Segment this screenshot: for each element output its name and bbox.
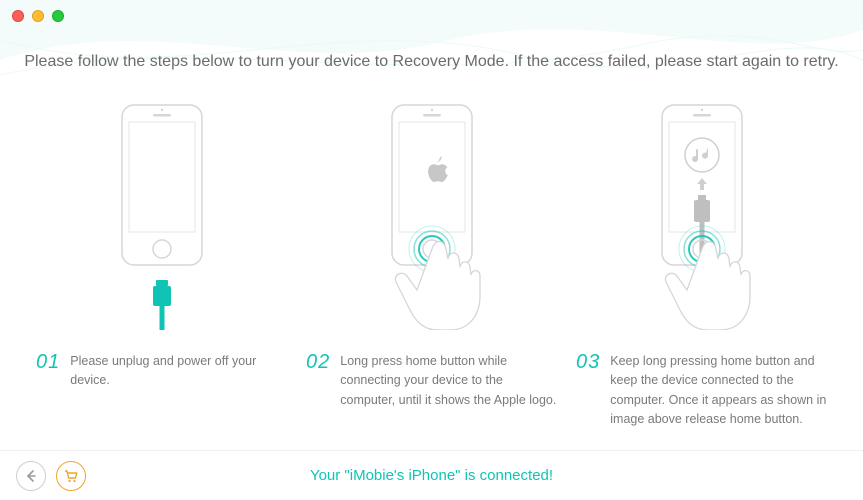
- step-2: 02 Long press home button while connecti…: [300, 95, 563, 430]
- step-description: Please unplug and power off your device.: [70, 352, 287, 391]
- step-number: 03: [576, 352, 600, 430]
- step-description: Long press home button while connecting …: [340, 352, 557, 410]
- step-2-illustration: [300, 95, 563, 330]
- step-1: 01 Please unplug and power off your devi…: [30, 95, 293, 430]
- footer-bar: Your "iMobie's iPhone" is connected!: [0, 450, 863, 500]
- step-3-illustration: [570, 95, 833, 330]
- window-controls: [12, 10, 64, 22]
- cart-button[interactable]: [56, 461, 86, 491]
- shopping-cart-icon: [63, 468, 79, 484]
- cable-icon: [153, 280, 171, 330]
- step-description: Keep long pressing home button and keep …: [610, 352, 827, 430]
- zoom-button[interactable]: [52, 10, 64, 22]
- arrow-left-icon: [24, 469, 38, 483]
- back-button[interactable]: [16, 461, 46, 491]
- step-1-illustration: [30, 95, 293, 330]
- instruction-text: Please follow the steps below to turn yo…: [0, 53, 863, 71]
- step-number: 02: [306, 352, 330, 410]
- step-number: 01: [36, 352, 60, 391]
- connection-status: Your "iMobie's iPhone" is connected!: [310, 467, 553, 484]
- background-waves: [0, 0, 863, 90]
- step-3: 03 Keep long pressing home button and ke…: [570, 95, 833, 430]
- close-button[interactable]: [12, 10, 24, 22]
- minimize-button[interactable]: [32, 10, 44, 22]
- steps-container: 01 Please unplug and power off your devi…: [30, 95, 833, 430]
